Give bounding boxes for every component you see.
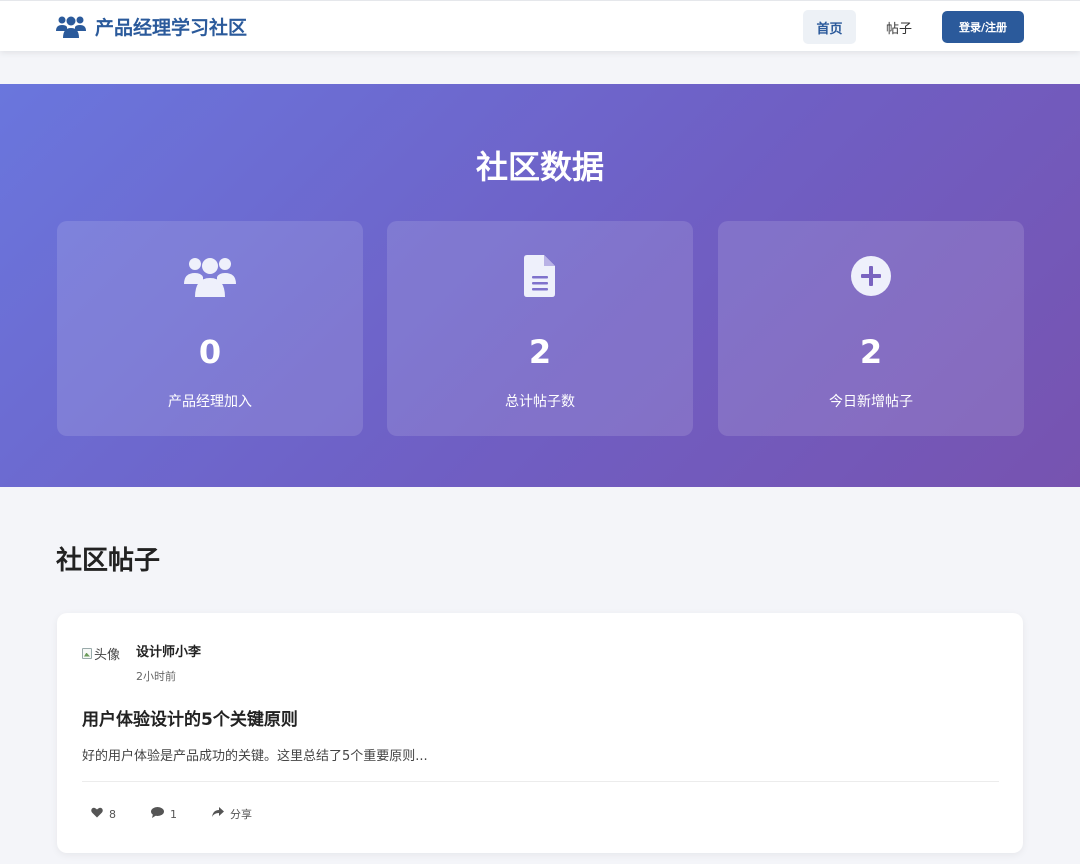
stat-label: 产品经理加入 [168, 394, 252, 410]
top-navbar: 产品经理学习社区 首页 帖子 登录/注册 [0, 0, 1080, 51]
post-excerpt: 好的用户体验是产品成功的关键。这里总结了5个重要原则... [82, 749, 428, 764]
stat-value: 2 [528, 333, 552, 371]
avatar-alt-text: 头像 [94, 647, 121, 663]
share-icon [212, 807, 224, 821]
stat-value: 0 [198, 333, 222, 371]
post-author[interactable]: 设计师小李 [136, 641, 201, 660]
community-stats-section: 社区数据 0 产品经理加入 2 总计帖子数 2 今日新增帖子 [0, 84, 1080, 487]
like-button[interactable]: 8 [91, 805, 116, 823]
share-label: 分享 [230, 808, 252, 821]
share-button[interactable]: 分享 [212, 805, 252, 823]
like-count: 8 [109, 807, 116, 821]
post-card[interactable]: 头像 设计师小李 2小时前 用户体验设计的5个关键原则 好的用户体验是产品成功的… [57, 613, 1023, 853]
stat-label: 总计帖子数 [505, 394, 575, 410]
users-icon [56, 14, 86, 38]
stat-label: 今日新增帖子 [829, 394, 913, 410]
stats-title: 社区数据 [475, 148, 604, 186]
comment-count: 1 [170, 807, 177, 821]
site-brand[interactable]: 产品经理学习社区 [56, 12, 247, 40]
avatar: 头像 [82, 642, 128, 664]
nav-home-link[interactable]: 首页 [803, 10, 856, 44]
document-icon [387, 255, 693, 301]
post-title[interactable]: 用户体验设计的5个关键原则 [82, 705, 298, 730]
site-title: 产品经理学习社区 [95, 16, 248, 39]
stat-value: 2 [859, 333, 883, 371]
post-divider [82, 781, 999, 782]
comment-icon [151, 807, 164, 821]
login-register-button[interactable]: 登录/注册 [942, 11, 1024, 43]
heart-icon [91, 807, 103, 821]
stat-card-total-posts: 2 总计帖子数 [387, 221, 693, 436]
posts-section-title: 社区帖子 [56, 546, 161, 576]
users-icon [57, 255, 363, 301]
post-time: 2小时前 [136, 670, 176, 683]
plus-circle-icon [718, 255, 1024, 301]
stat-card-today-posts: 2 今日新增帖子 [718, 221, 1024, 436]
comment-button[interactable]: 1 [151, 805, 177, 823]
stat-card-members: 0 产品经理加入 [57, 221, 363, 436]
nav-posts-link[interactable]: 帖子 [875, 10, 923, 44]
broken-image-icon [82, 647, 92, 659]
